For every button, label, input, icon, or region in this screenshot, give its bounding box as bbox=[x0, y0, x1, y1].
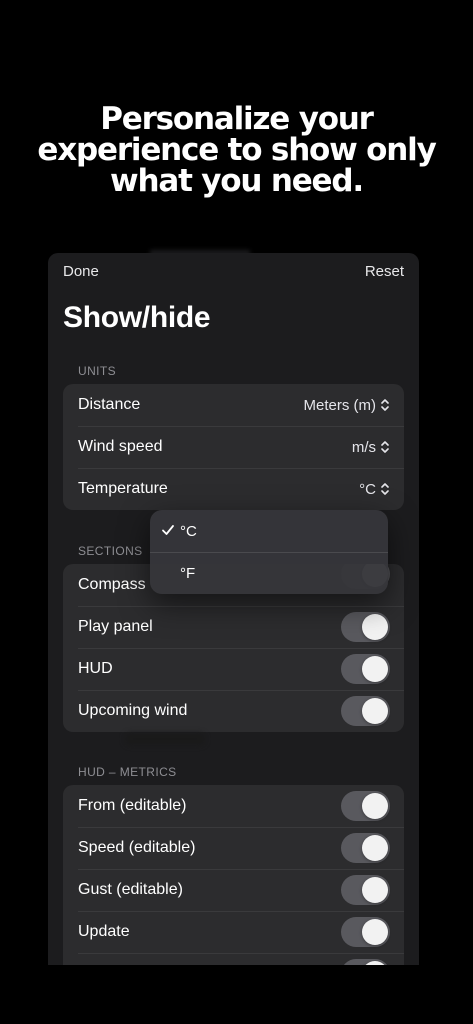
reset-button[interactable]: Reset bbox=[365, 263, 404, 280]
hud-metrics-group: From (editable) Speed (editable) Gust (e… bbox=[63, 785, 404, 965]
gust-row: Gust (editable) bbox=[63, 869, 404, 911]
from-toggle[interactable] bbox=[341, 791, 390, 821]
toggle-knob bbox=[362, 877, 388, 903]
compass-label: Compass bbox=[78, 576, 146, 593]
wind-speed-picker[interactable]: m/s bbox=[352, 439, 390, 456]
temperature-row[interactable]: Temperature °C bbox=[63, 468, 404, 510]
distance-row[interactable]: Distance Meters (m) bbox=[63, 384, 404, 426]
distance-picker[interactable]: Meters (m) bbox=[304, 397, 391, 414]
speed-row: Speed (editable) bbox=[63, 827, 404, 869]
temperature-value: °C bbox=[359, 480, 376, 498]
temperature-menu: °C °F bbox=[150, 510, 388, 594]
hud-row: HUD bbox=[63, 648, 404, 690]
toggle-knob bbox=[362, 919, 388, 945]
distance-label: Distance bbox=[78, 396, 141, 413]
headline-line-3: what you need. bbox=[110, 163, 364, 199]
play-panel-label: Play panel bbox=[78, 618, 153, 635]
distance-value: Meters (m) bbox=[303, 396, 377, 414]
upcoming-wind-label: Upcoming wind bbox=[78, 702, 188, 719]
speed-toggle[interactable] bbox=[341, 833, 390, 863]
upcoming-wind-row: Upcoming wind bbox=[63, 690, 404, 732]
checkmark-icon bbox=[162, 525, 174, 535]
done-button[interactable]: Done bbox=[63, 263, 99, 280]
update-row: Update bbox=[63, 911, 404, 953]
upcoming-wind-toggle[interactable] bbox=[341, 696, 390, 726]
units-group: Distance Meters (m) Wind speed m/s Tempe… bbox=[63, 384, 404, 510]
chevron-up-down-icon bbox=[381, 399, 389, 411]
decorative-smudge bbox=[125, 733, 205, 745]
fahrenheit-label: °F bbox=[180, 564, 196, 582]
gust-toggle[interactable] bbox=[341, 875, 390, 905]
toggle-knob bbox=[362, 835, 388, 861]
play-panel-row: Play panel bbox=[63, 606, 404, 648]
hud-toggle[interactable] bbox=[341, 654, 390, 684]
chevron-up-down-icon bbox=[381, 441, 389, 453]
update-toggle[interactable] bbox=[341, 917, 390, 947]
hud-label: HUD bbox=[78, 660, 113, 677]
headline-line-2: experience to show only bbox=[37, 132, 436, 168]
play-panel-toggle[interactable] bbox=[341, 612, 390, 642]
toggle-knob bbox=[362, 614, 388, 640]
temperature-label: Temperature bbox=[78, 480, 168, 497]
partial-toggle[interactable] bbox=[341, 959, 390, 965]
from-row: From (editable) bbox=[63, 785, 404, 827]
units-header: UNITS bbox=[78, 364, 116, 378]
page-title: Show/hide bbox=[63, 301, 211, 334]
chevron-up-down-icon bbox=[381, 483, 389, 495]
settings-sheet: Done Reset Show/hide UNITS Distance Mete… bbox=[48, 253, 419, 965]
hud-metrics-header: HUD – METRICS bbox=[78, 765, 177, 779]
sections-header: SECTIONS bbox=[78, 544, 143, 558]
gust-label: Gust (editable) bbox=[78, 881, 183, 898]
next-row-partial bbox=[63, 953, 404, 965]
speed-label: Speed (editable) bbox=[78, 839, 196, 856]
temperature-option-celsius[interactable]: °C bbox=[150, 510, 388, 552]
wind-speed-value: m/s bbox=[351, 438, 376, 456]
toggle-knob bbox=[362, 961, 388, 965]
update-label: Update bbox=[78, 923, 130, 940]
celsius-label: °C bbox=[180, 522, 197, 540]
toggle-knob bbox=[362, 656, 388, 682]
promo-headline: Personalize your experience to show only… bbox=[0, 104, 473, 197]
from-label: From (editable) bbox=[78, 797, 187, 814]
wind-speed-row[interactable]: Wind speed m/s bbox=[63, 426, 404, 468]
toggle-knob bbox=[362, 698, 388, 724]
toggle-knob bbox=[362, 793, 388, 819]
temperature-option-fahrenheit[interactable]: °F bbox=[150, 552, 388, 594]
headline-line-1: Personalize your bbox=[100, 101, 374, 137]
wind-speed-label: Wind speed bbox=[78, 438, 163, 455]
temperature-picker[interactable]: °C bbox=[359, 481, 390, 498]
